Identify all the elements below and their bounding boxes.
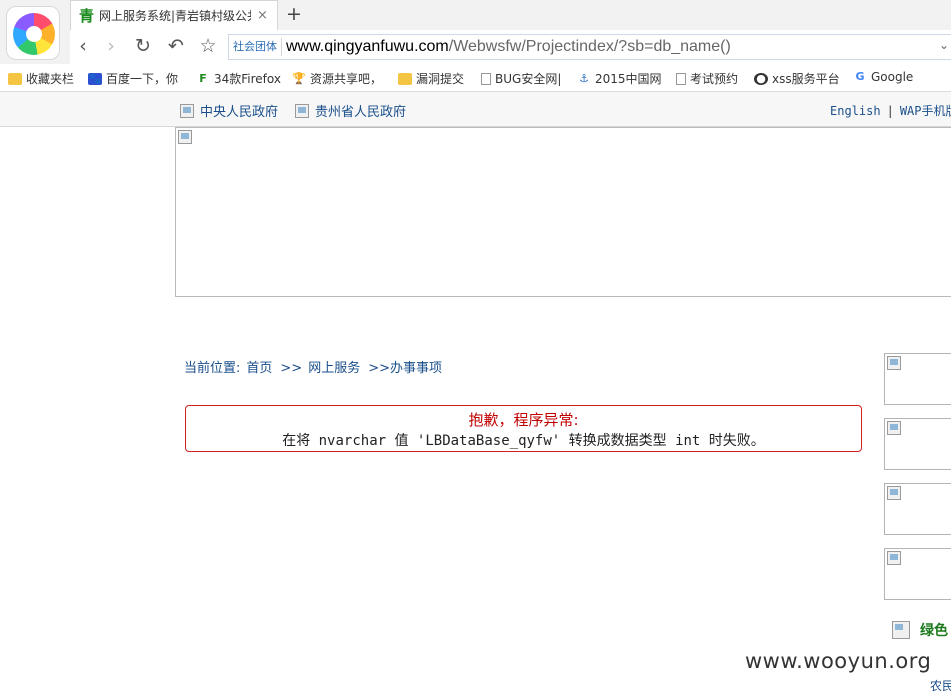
side-image-link[interactable] [884,483,951,535]
green-channel-link[interactable]: 绿色 [892,620,948,640]
bookmark-item[interactable]: ⚓ 2015中国网 [577,70,662,87]
link-label: 中央人民政府 [200,105,279,120]
error-title: 抱歉，程序异常: [468,411,579,429]
bookmark-label: 收藏夹栏 [26,72,75,86]
breadcrumb-separator: >> [280,361,303,376]
favorites-button[interactable]: ☆ [197,35,219,57]
tab-close-icon[interactable]: × [257,8,268,23]
gov-links-bar: 中央人民政府 贵州省人民政府 English | WAP手机版 [0,92,951,127]
bookmark-label: BUG安全网| [495,72,562,86]
google-icon: G [855,70,865,83]
trophy-icon: 🏆 [292,71,306,85]
bookmark-label: xss服务平台 [772,72,840,86]
xss-icon: ● [754,72,768,85]
f-letter-icon: F [199,71,207,85]
bookmark-item[interactable]: 收藏夹栏 [8,70,74,87]
broken-image-icon [887,356,901,370]
anchor-icon: ⚓ [579,71,589,85]
browser-chrome: 青 网上服务系统|青岩镇村级公共服 × + ‹ › ↻ ↶ ☆ 社会团体 www… [0,0,951,92]
folder-icon [398,72,412,85]
chevron-down-icon[interactable]: ⌄ [939,38,949,52]
tab-favicon-icon: 青 [79,7,95,25]
bookmark-item[interactable]: ● xss服务平台 [754,70,840,87]
browser-logo-icon[interactable] [6,6,60,60]
browser-tab[interactable]: 青 网上服务系统|青岩镇村级公共服 × [70,0,278,30]
bookmark-item[interactable]: 🐾 百度一下，你 [88,70,178,87]
bookmark-item[interactable]: 考试预约 [676,70,738,87]
error-box: 抱歉，程序异常: 在将 nvarchar 值 'LBDataBase_qyfw'… [185,405,862,452]
wap-link[interactable]: WAP手机版 [900,104,951,118]
tab-title: 网上服务系统|青岩镇村级公共服 [99,9,251,23]
side-image-link[interactable] [884,548,951,600]
farmer-link[interactable]: 农民 [930,677,951,694]
url-host: www.qingyanfuwu.com [286,38,449,55]
bookmark-item[interactable]: F 34款Firefox [196,70,281,87]
broken-image-icon [295,103,309,118]
side-image-link[interactable] [884,418,951,470]
english-link[interactable]: English [830,104,881,118]
url-path: /Webwsfw/Projectindex/?sb=db_name() [448,38,731,55]
broken-image-icon [178,130,192,144]
address-url[interactable]: www.qingyanfuwu.com/Webwsfw/Projectindex… [286,38,731,56]
link-guizhou-government[interactable]: 贵州省人民政府 [295,101,406,120]
bookmark-label: 2015中国网 [595,72,662,86]
bookmark-label: Google [871,70,914,84]
back-button[interactable]: ‹ [72,35,94,57]
language-links: English | WAP手机版 [830,102,951,119]
baidu-paw-icon: 🐾 [88,71,102,85]
bookmark-label: 百度一下，你 [106,72,179,86]
reload-button[interactable]: ↻ [132,35,154,57]
logo-center [26,26,42,42]
forward-button[interactable]: › [100,35,122,57]
link-label: 贵州省人民政府 [315,105,407,120]
broken-image-icon [887,551,901,565]
address-bar[interactable]: 社会团体 www.qingyanfuwu.com/Webwsfw/Project… [228,34,951,60]
side-image-link[interactable] [884,353,951,405]
link-central-government[interactable]: 中央人民政府 [180,101,278,120]
breadcrumb-prefix: 当前位置: [184,361,241,376]
breadcrumb: 当前位置: 首页 >> 网上服务 >>办事事项 [184,357,448,376]
bookmarks-bar: 收藏夹栏 🐾 百度一下，你 F 34款Firefox 🏆 资源共享吧， 漏洞提交 BU… [0,64,951,92]
bookmark-label: 34款Firefox [214,72,281,86]
bookmark-item[interactable]: 漏洞提交 [398,70,464,87]
folder-icon [8,72,22,85]
new-tab-button[interactable]: + [286,3,302,25]
page-icon [676,72,686,85]
bookmark-item[interactable]: 🏆 资源共享吧， [292,70,382,87]
bookmark-label: 资源共享吧， [310,72,383,86]
site-category-badge[interactable]: 社会团体 [229,38,282,56]
divider: | [886,104,894,118]
web-page: 中央人民政府 贵州省人民政府 English | WAP手机版 当前位置: 首页 >> 网… [0,92,951,694]
green-channel-label: 绿色 [920,623,948,639]
breadcrumb-current: 办事事项 [390,361,443,376]
bookmark-item[interactable]: BUG安全网| [481,70,561,87]
broken-image-icon [180,103,194,118]
bookmark-label: 漏洞提交 [416,72,465,86]
broken-image-icon [887,421,901,435]
broken-image-icon [892,621,910,639]
broken-image-icon [887,486,901,500]
breadcrumb-online-service[interactable]: 网上服务 [308,361,360,376]
bookmark-item[interactable]: G Google [853,70,913,84]
navigation-toolbar: ‹ › ↻ ↶ ☆ 社会团体 www.qingyanfuwu.com/Webws… [70,30,951,64]
page-icon [481,72,491,85]
error-message: 在将 nvarchar 值 'LBDataBase_qyfw' 转换成数据类型 … [282,433,765,449]
bookmark-label: 考试预约 [690,72,739,86]
banner-image [175,127,951,297]
undo-close-button[interactable]: ↶ [165,35,187,57]
watermark: www.wooyun.org [745,649,932,673]
breadcrumb-home[interactable]: 首页 [246,361,272,376]
breadcrumb-separator: >> [368,361,391,376]
